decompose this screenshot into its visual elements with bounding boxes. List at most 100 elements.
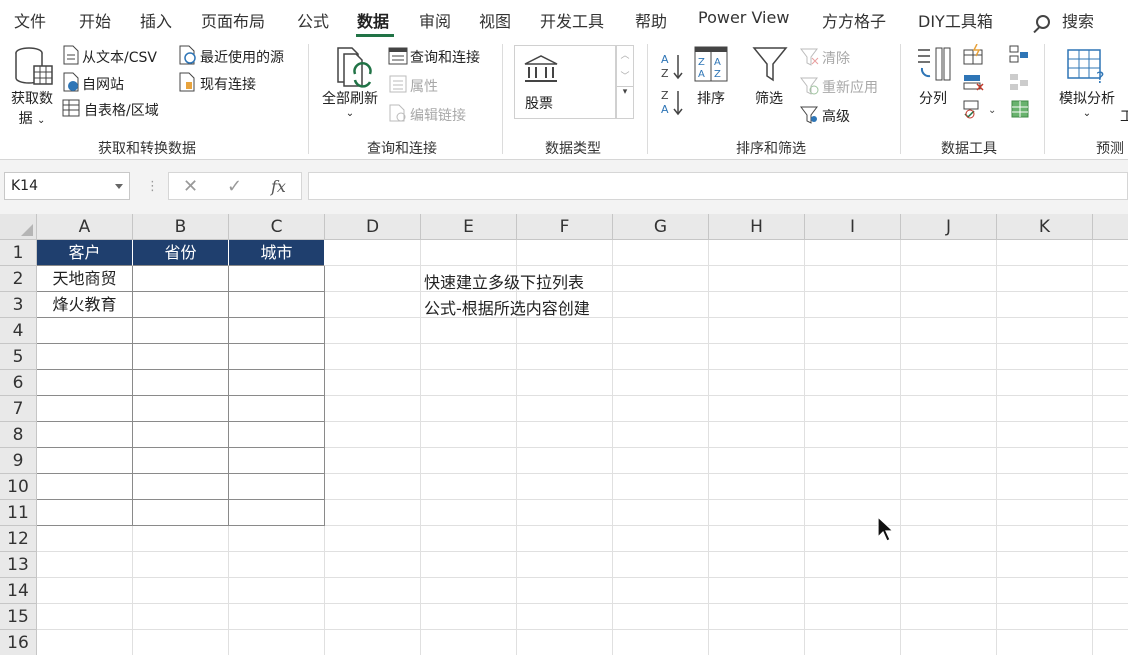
note-cell-e2[interactable]: 快速建立多级下拉列表 (424, 269, 584, 293)
cell-h15[interactable] (709, 604, 805, 630)
cell-a10[interactable] (37, 474, 133, 500)
cell-i1[interactable] (805, 240, 901, 266)
tab-insert[interactable]: 插入 (140, 8, 172, 32)
cell-h4[interactable] (709, 318, 805, 344)
cell-j15[interactable] (901, 604, 997, 630)
cell-j2[interactable] (901, 266, 997, 292)
cell-l9[interactable] (1093, 448, 1128, 474)
cell-f12[interactable] (517, 526, 613, 552)
cell-e14[interactable] (421, 578, 517, 604)
cell-f6[interactable] (517, 370, 613, 396)
row-header-9[interactable]: 9 (0, 448, 37, 474)
cell-j12[interactable] (901, 526, 997, 552)
cell-h7[interactable] (709, 396, 805, 422)
tab-home[interactable]: 开始 (79, 8, 111, 32)
forecast-sheet-label[interactable]: 工 (1120, 106, 1128, 126)
cell-b10[interactable] (133, 474, 229, 500)
cell-k15[interactable] (997, 604, 1093, 630)
cell-c7[interactable] (229, 396, 325, 422)
cancel-icon[interactable]: ✕ (183, 176, 198, 197)
cell-d3[interactable] (325, 292, 421, 318)
cell-c12[interactable] (229, 526, 325, 552)
column-header-b[interactable]: B (133, 214, 229, 240)
formula-bar-grip-icon[interactable]: ⋮ (146, 179, 159, 194)
cell-l5[interactable] (1093, 344, 1128, 370)
cell-i16[interactable] (805, 630, 901, 655)
cell-l4[interactable] (1093, 318, 1128, 344)
cell-l14[interactable] (1093, 578, 1128, 604)
cell-c13[interactable] (229, 552, 325, 578)
tab-file[interactable]: 文件 (14, 8, 46, 32)
cell-d13[interactable] (325, 552, 421, 578)
from-table-range-button[interactable]: 自表格/区域 (84, 100, 159, 120)
sort-button[interactable]: 排序 (697, 88, 725, 108)
advanced-button[interactable]: 高级 (822, 106, 850, 126)
cell-i2[interactable] (805, 266, 901, 292)
column-header-g[interactable]: G (613, 214, 709, 240)
gallery-scroll[interactable]: ︿ ﹀ ▾ (616, 45, 634, 119)
cell-j3[interactable] (901, 292, 997, 318)
table-cell[interactable] (229, 292, 325, 318)
cell-d7[interactable] (325, 396, 421, 422)
table-header-cell[interactable]: 客户 (37, 240, 133, 266)
cell-f10[interactable] (517, 474, 613, 500)
cell-d8[interactable] (325, 422, 421, 448)
cell-d15[interactable] (325, 604, 421, 630)
cell-a12[interactable] (37, 526, 133, 552)
cell-l6[interactable] (1093, 370, 1128, 396)
cell-a8[interactable] (37, 422, 133, 448)
text-to-columns-button[interactable]: 分列 (919, 88, 947, 108)
cell-f9[interactable] (517, 448, 613, 474)
cell-e12[interactable] (421, 526, 517, 552)
cell-h12[interactable] (709, 526, 805, 552)
cell-l1[interactable] (1093, 240, 1128, 266)
tab-page-layout[interactable]: 页面布局 (201, 8, 265, 32)
cell-e11[interactable] (421, 500, 517, 526)
row-header-4[interactable]: 4 (0, 318, 37, 344)
cell-h2[interactable] (709, 266, 805, 292)
cell-h13[interactable] (709, 552, 805, 578)
cell-g4[interactable] (613, 318, 709, 344)
tab-diy-toolbox[interactable]: DIY工具箱 (918, 8, 993, 32)
chevron-down-icon[interactable] (115, 184, 123, 189)
cell-d11[interactable] (325, 500, 421, 526)
cell-k16[interactable] (997, 630, 1093, 655)
recent-sources-button[interactable]: 最近使用的源 (200, 47, 284, 67)
cell-a15[interactable] (37, 604, 133, 630)
cell-i5[interactable] (805, 344, 901, 370)
cell-a11[interactable] (37, 500, 133, 526)
cell-d2[interactable] (325, 266, 421, 292)
cell-e10[interactable] (421, 474, 517, 500)
cell-j13[interactable] (901, 552, 997, 578)
cell-j16[interactable] (901, 630, 997, 655)
cell-e5[interactable] (421, 344, 517, 370)
cell-c16[interactable] (229, 630, 325, 655)
cell-g14[interactable] (613, 578, 709, 604)
column-header-h[interactable]: H (709, 214, 805, 240)
cell-l2[interactable] (1093, 266, 1128, 292)
cell-c9[interactable] (229, 448, 325, 474)
cell-g8[interactable] (613, 422, 709, 448)
cell-g10[interactable] (613, 474, 709, 500)
cell-h10[interactable] (709, 474, 805, 500)
edit-links-button[interactable]: 编辑链接 (410, 105, 466, 125)
cell-a14[interactable] (37, 578, 133, 604)
row-header-5[interactable]: 5 (0, 344, 37, 370)
scroll-up-icon[interactable]: ︿ (617, 48, 633, 61)
table-header-cell[interactable]: 省份 (133, 240, 229, 266)
cell-g9[interactable] (613, 448, 709, 474)
cell-i15[interactable] (805, 604, 901, 630)
cell-f13[interactable] (517, 552, 613, 578)
cell-d16[interactable] (325, 630, 421, 655)
reapply-button[interactable]: 重新应用 (822, 77, 878, 97)
data-types-gallery[interactable]: 股票 (514, 45, 616, 119)
queries-connections-button[interactable]: 查询和连接 (410, 47, 480, 67)
cell-i10[interactable] (805, 474, 901, 500)
cell-k9[interactable] (997, 448, 1093, 474)
tab-power-view[interactable]: Power View (698, 8, 789, 27)
cell-k1[interactable] (997, 240, 1093, 266)
cell-h8[interactable] (709, 422, 805, 448)
cell-b11[interactable] (133, 500, 229, 526)
cell-l16[interactable] (1093, 630, 1128, 655)
cell-a13[interactable] (37, 552, 133, 578)
